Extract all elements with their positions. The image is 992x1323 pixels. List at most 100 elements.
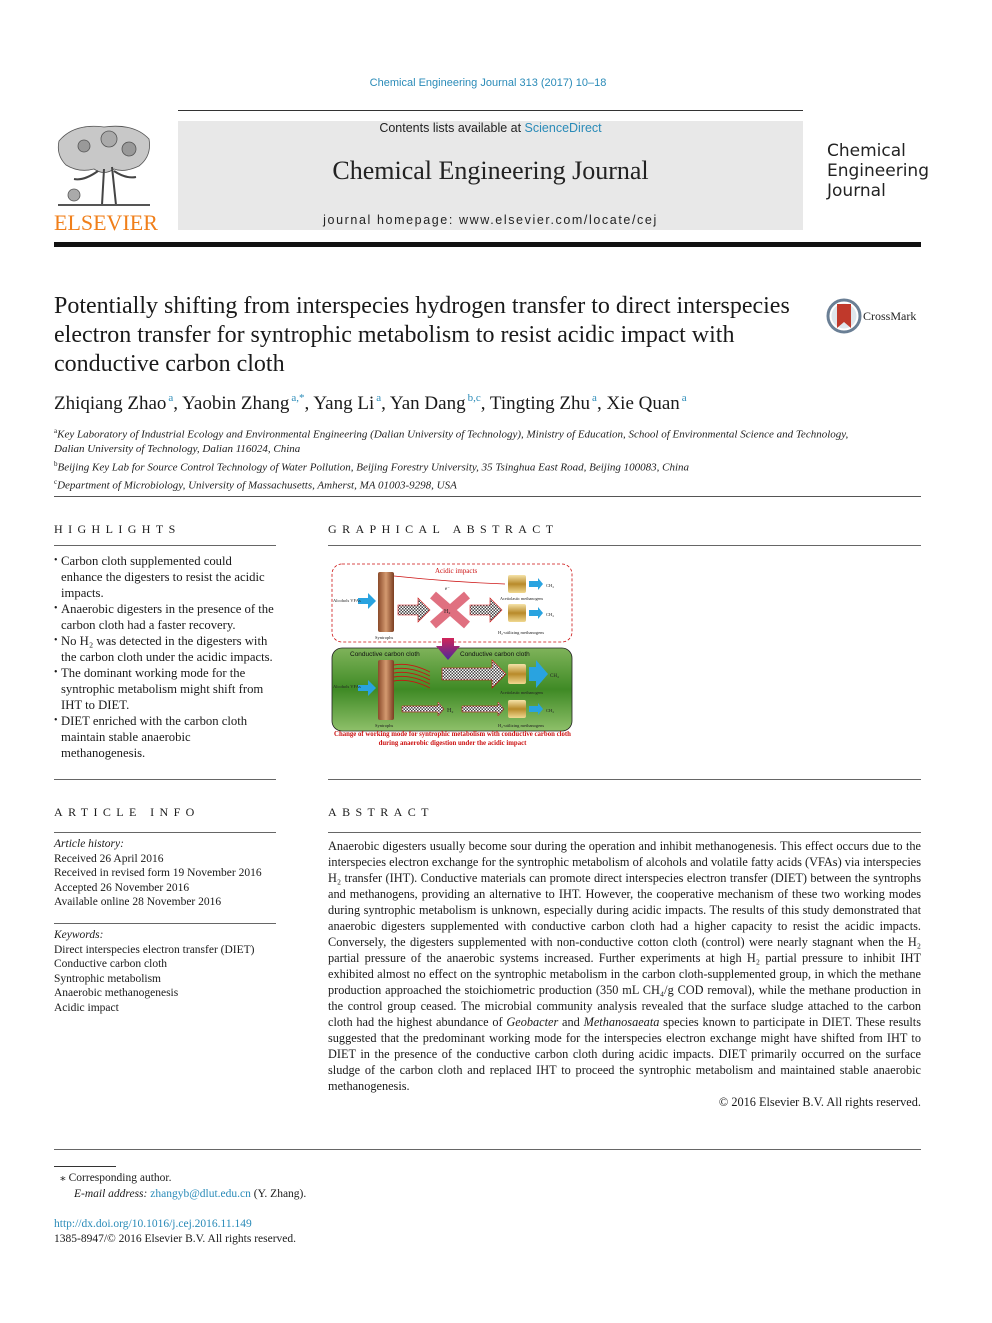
keyword-item: Acidic impact: [54, 1001, 119, 1014]
author-affiliation-mark[interactable]: a,*: [291, 392, 304, 404]
article-history-label: Article history:: [54, 838, 124, 850]
author-affiliation-mark[interactable]: a: [168, 392, 173, 404]
author-affiliation-mark[interactable]: a: [592, 392, 597, 404]
author-affiliation-mark[interactable]: a: [376, 392, 381, 404]
keyword-item: Conductive carbon cloth: [54, 958, 168, 970]
highlight-item: Carbon cloth supplemented could enhance …: [54, 553, 276, 601]
contents-available: Contents lists available at ScienceDirec…: [178, 121, 803, 135]
ga-acetoclastic-top: [508, 575, 526, 593]
journal-cover-logo: Chemical Engineering Journal: [827, 141, 929, 201]
graphical-abstract-heading: GRAPHICAL ABSTRACT: [328, 522, 559, 536]
abstract-genus-methanosaeata: Methanosaeata: [583, 1015, 660, 1029]
ga-ch4-label-1: CH₄: [546, 583, 554, 588]
header-rule: [178, 110, 803, 111]
author-name[interactable]: Yan Dang: [390, 393, 466, 414]
contents-prefix: Contents lists available at: [379, 121, 525, 135]
keyword-item: Direct interspecies electron transfer (D…: [54, 943, 255, 956]
ga-bottom-title-right: Conductive carbon cloth: [460, 651, 530, 658]
affiliation-text: Department of Microbiology, University o…: [57, 479, 457, 492]
author-list: Zhiqiang Zhao a, Yaobin Zhang a,*, Yang Li…: [54, 392, 687, 414]
history-item: Received 26 April 2016: [54, 852, 164, 865]
elsevier-publisher-logo: ELSEVIER: [54, 210, 158, 235]
affiliation-item: aKey Laboratory of Industrial Ecology an…: [54, 424, 874, 457]
abstract-text-part: Anaerobic digesters usually become sour …: [328, 839, 921, 1029]
doi-block: http://dx.doi.org/10.1016/j.cej.2016.11.…: [54, 1217, 296, 1247]
keywords-label: Keywords:: [54, 929, 104, 941]
abstract-rule: [328, 832, 921, 833]
highlights-bottom-rule: [54, 779, 276, 780]
ga-syntrophs-bar-bottom: [378, 660, 394, 720]
ga-h2-label-bottom: H₂: [447, 708, 453, 714]
crossmark-label[interactable]: CrossMark: [863, 309, 916, 324]
affiliation-text: Key Laboratory of Industrial Ecology and…: [54, 428, 849, 456]
author-name[interactable]: Yang Li: [313, 393, 374, 414]
journal-logo-line: Engineering: [827, 161, 929, 181]
abstract-text-part: and: [558, 1015, 584, 1029]
highlight-item: Anaerobic digesters in the presence of t…: [54, 601, 276, 633]
article-history: Article history: Received 26 April 2016 …: [54, 837, 276, 910]
ga-h2-util-label-top: H₂-utilizing methanogens: [498, 630, 544, 635]
affiliation-text: Beijing Key Lab for Source Control Techn…: [57, 461, 690, 474]
author-affiliation-mark[interactable]: b,c: [468, 392, 481, 404]
author-affiliation-mark[interactable]: a: [682, 392, 687, 404]
article-info-heading: ARTICLE INFO: [54, 805, 200, 819]
doi-link[interactable]: http://dx.doi.org/10.1016/j.cej.2016.11.…: [54, 1217, 296, 1232]
ga-ch4-label-4: CH₄: [546, 708, 554, 713]
highlights-rule: [54, 545, 276, 546]
ga-h2-label-top: H₂: [444, 609, 450, 615]
homepage-url[interactable]: www.elsevier.com/locate/cej: [459, 213, 658, 227]
highlights-heading: HIGHLIGHTS: [54, 522, 181, 536]
graphical-abstract-figure[interactable]: Acidic impacts Conductive carbon cloth C…: [330, 560, 575, 750]
ga-ch4-label-2: CH₄: [546, 612, 554, 617]
author-name[interactable]: Zhiqiang Zhao: [54, 393, 166, 414]
keywords: Keywords: Direct interspecies electron t…: [54, 928, 276, 1015]
journal-citation[interactable]: Chemical Engineering Journal 313 (2017) …: [0, 77, 976, 89]
corresponding-mark: ⁎: [60, 1172, 66, 1184]
ga-input-label-top: Alcohols VFAs: [333, 598, 361, 603]
graphical-abstract-caption: Change of working mode for syntrophic me…: [334, 731, 571, 747]
keyword-item: Anaerobic methanogenesis: [54, 987, 179, 999]
history-item: Received in revised form 19 November 201…: [54, 867, 262, 879]
author-name[interactable]: Tingting Zhu: [490, 393, 590, 414]
abstract-genus-geobacter: Geobacter: [506, 1015, 559, 1029]
abstract-copyright: © 2016 Elsevier B.V. All rights reserved…: [718, 1095, 921, 1109]
ga-top-title: Acidic impacts: [435, 567, 477, 575]
crossmark-icon[interactable]: [826, 298, 862, 334]
ga-h2-methanogen-bottom: [508, 700, 526, 718]
ga-h2-methanogen-top: [508, 604, 526, 622]
graphical-abstract-rule: [328, 545, 921, 546]
abstract-body: Anaerobic digesters usually become sour …: [328, 838, 921, 1110]
header-thick-rule: [54, 242, 921, 247]
graphical-abstract-bottom-rule: [328, 779, 921, 780]
article-title: Potentially shifting from interspecies h…: [54, 293, 790, 377]
ga-h2-util-label-bottom: H₂-utilizing methanogens: [498, 723, 544, 728]
journal-logo-line: Journal: [827, 181, 886, 201]
email-owner: (Y. Zhang).: [250, 1188, 307, 1200]
affiliation-rule: [54, 496, 921, 497]
author-name[interactable]: Yaobin Zhang: [182, 393, 289, 414]
ga-electron-label: e⁻: [445, 587, 450, 592]
footer-rule: [54, 1149, 921, 1150]
author-name[interactable]: Xie Quan: [606, 393, 679, 414]
sciencedirect-link[interactable]: ScienceDirect: [525, 121, 602, 135]
keywords-rule: [54, 923, 276, 924]
history-item: Available online 28 November 2016: [54, 896, 222, 908]
ga-input-label-bottom: Alcohols VFAs: [333, 684, 361, 689]
corresponding-line: ⁎ Corresponding author.: [54, 1170, 306, 1186]
ga-syntrophs-bar-top: [378, 572, 394, 632]
journal-homepage: journal homepage: www.elsevier.com/locat…: [178, 213, 803, 227]
highlights-list: Carbon cloth supplemented could enhance …: [54, 553, 276, 761]
issn-copyright: 1385-8947/© 2016 Elsevier B.V. All right…: [54, 1233, 297, 1245]
highlight-item: No H₂ was detected in the digesters with…: [54, 633, 276, 665]
ga-ch4-label-3: CH₄: [550, 674, 559, 679]
email-link[interactable]: zhangyb@dlut.edu.cn: [150, 1188, 251, 1200]
affiliations: aKey Laboratory of Industrial Ecology an…: [54, 424, 874, 493]
elsevier-tree-logo-icon: [57, 125, 150, 206]
ga-syntrophs-label-bottom: Syntrophs: [375, 723, 394, 728]
affiliation-item: cDepartment of Microbiology, University …: [54, 475, 874, 493]
highlight-item: The dominant working mode for the syntro…: [54, 665, 276, 713]
affiliation-item: bBeijing Key Lab for Source Control Tech…: [54, 457, 874, 475]
ga-syntrophs-label-top: Syntrophs: [375, 635, 394, 640]
ga-acetoclastic-label-bottom: Acetiolastic methanogens: [500, 690, 544, 695]
journal-logo-line: Chemical: [827, 141, 906, 161]
